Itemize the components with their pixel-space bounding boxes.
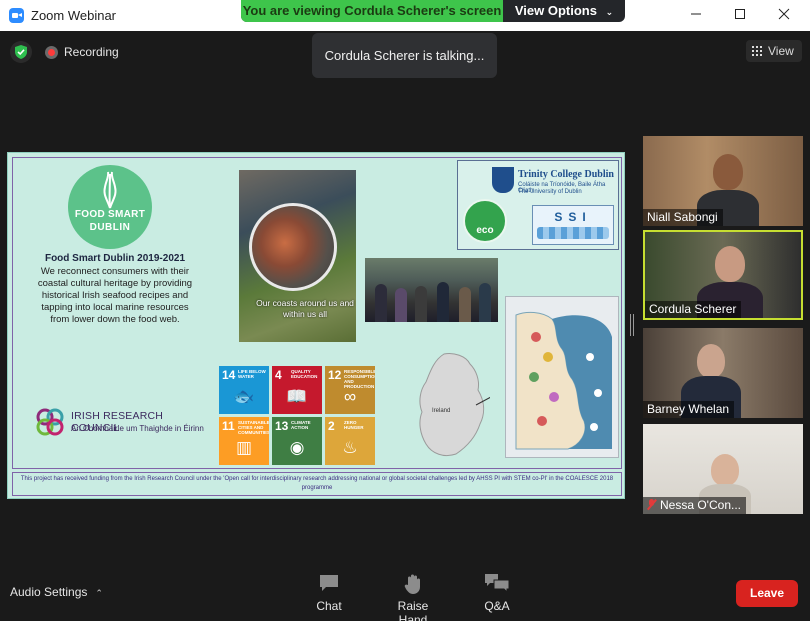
participant-name: Nessa O'Con... [660, 498, 741, 512]
audio-settings-label: Audio Settings [10, 585, 88, 599]
raise-hand-button[interactable]: Raise Hand [382, 573, 444, 621]
sdg-tile: 11 SUSTAINABLE CITIES AND COMMUNITIES ▥ [219, 417, 269, 465]
view-label: View [768, 44, 794, 58]
zoom-logo-icon [9, 8, 24, 23]
chevron-down-icon: ⌄ [605, 7, 614, 17]
sdg-label: CLIMATE ACTION [291, 420, 311, 430]
sdg-label: SUSTAINABLE CITIES AND COMMUNITIES [238, 420, 269, 435]
participant-name: Niall Sabongi [643, 209, 723, 226]
grid-view-icon [752, 46, 762, 56]
viewing-screen-text: You are viewing Cordula Scherer's screen [241, 0, 503, 22]
sdg-label: LIFE BELOW WATER [238, 369, 266, 379]
team-photo [365, 258, 498, 322]
sdg-tile: 13 CLIMATE ACTION ◉ [272, 417, 322, 465]
view-options-label: View Options [514, 3, 597, 18]
participant-tile-active[interactable]: Cordula Scherer [643, 230, 803, 320]
logo-line1: FOOD SMART [74, 209, 146, 220]
close-icon [778, 8, 790, 20]
ireland-label: Ireland [432, 408, 450, 414]
participant-tile[interactable]: Nessa O'Con... [643, 424, 803, 514]
resize-handle[interactable] [630, 314, 634, 336]
participant-name-bar: Nessa O'Con... [643, 497, 746, 514]
sdg-goal-icon: 📖 [286, 387, 308, 406]
food-smart-dublin-logo: FOOD SMART DUBLIN [68, 165, 152, 249]
photo-caption: Our coasts around us and within us all [256, 298, 354, 319]
dublin-coast-map [505, 296, 619, 458]
view-button[interactable]: View [746, 40, 802, 62]
leave-button[interactable]: Leave [736, 580, 798, 607]
raise-hand-label: Raise Hand [397, 599, 429, 621]
tcd-name: Trinity College Dublin [518, 169, 614, 180]
seaweed-icon [103, 171, 117, 209]
funding-notice: This project has received funding from t… [12, 472, 622, 496]
qa-icon [480, 573, 514, 595]
logo-line2: DUBLIN [89, 222, 131, 233]
participant-tile[interactable]: Barney Whelan [643, 328, 803, 418]
seafood-photo [249, 203, 337, 291]
ssi-label: SSI [554, 210, 592, 224]
sdg-tile: 2 ZERO HUNGER ♨ [325, 417, 375, 465]
eco-label: eco [476, 225, 494, 236]
audio-settings-button[interactable]: Audio Settings ⌃ [10, 585, 103, 599]
maximize-button[interactable] [718, 0, 762, 31]
sdg-tile: 4 QUALITY EDUCATION 📖 [272, 366, 322, 414]
view-options-button[interactable]: View Options ⌄ [503, 0, 625, 22]
ssi-logo: SSI [532, 205, 614, 245]
eco-logo: eco [463, 199, 507, 243]
minimize-icon [691, 13, 701, 15]
record-icon [45, 45, 58, 59]
muted-mic-icon [647, 499, 656, 510]
participant-name: Barney Whelan [643, 401, 735, 418]
participant-name: Cordula Scherer [645, 301, 742, 318]
talking-indicator: Cordula Scherer is talking... [312, 33, 497, 78]
sdg-label: ZERO HUNGER [344, 420, 364, 430]
slide-title: Food Smart Dublin 2019-2021 [44, 253, 186, 264]
chat-label: Chat [316, 599, 342, 613]
sdg-number: 14 [222, 368, 236, 382]
qa-button[interactable]: Q&A [480, 573, 514, 617]
sdg-number: 11 [222, 419, 235, 433]
sdg-goal-icon: ♨ [342, 438, 358, 457]
chat-icon [312, 573, 346, 595]
sdg-label: RESPONSIBLE CONSUMPTION AND PRODUCTION [344, 369, 375, 389]
slide-content: FOOD SMART DUBLIN Food Smart Dublin 2019… [12, 157, 622, 469]
participant-tile[interactable]: Niall Sabongi [643, 136, 803, 226]
sdg-number: 4 [275, 368, 282, 382]
sdg-tile: 12 RESPONSIBLE CONSUMPTION AND PRODUCTION… [325, 366, 375, 414]
app-title: Zoom Webinar [31, 8, 117, 23]
partner-logos: Trinity College Dublin Coláiste na Tríon… [457, 160, 619, 250]
sdg-goal-icon: ◉ [289, 438, 305, 457]
sdg-label: QUALITY EDUCATION [291, 369, 318, 379]
raise-hand-icon [382, 573, 444, 595]
ireland-map: Ireland [419, 353, 490, 457]
slide-description: We reconnect consumers with their coasta… [37, 266, 193, 325]
maximize-icon [735, 9, 745, 19]
sdg-number: 12 [328, 368, 342, 382]
sdg-goal-icon: 🐟 [233, 387, 255, 406]
meeting-toolbar: Audio Settings ⌃ Chat Raise Hand Q&A [0, 565, 810, 621]
irc-irish-name: An Chomhairle um Thaighde in Éirinn [71, 424, 204, 433]
minimize-button[interactable] [674, 0, 718, 31]
tcd-crest-icon [492, 167, 514, 193]
sdg-goal-icon: ▥ [235, 438, 253, 457]
close-button[interactable] [762, 0, 806, 31]
screen-share-banner: You are viewing Cordula Scherer's screen… [241, 0, 625, 22]
celtic-knot-icon [36, 408, 64, 436]
sdg-number: 2 [328, 419, 335, 433]
chat-button[interactable]: Chat [312, 573, 346, 617]
irish-research-council-logo: IRISH RESEARCH COUNCIL An Chomhairle um … [35, 405, 205, 441]
sdg-icons: 14 LIFE BELOW WATER 🐟 4 QUALITY EDUCATION 📖 12… [219, 366, 375, 467]
chevron-up-icon: ⌃ [95, 588, 103, 598]
tcd-subtitle: The University of Dublin [518, 189, 582, 195]
recording-label: Recording [64, 45, 119, 59]
shared-screen: FOOD SMART DUBLIN Food Smart Dublin 2019… [7, 152, 625, 499]
sdg-goal-icon: ∞ [343, 387, 357, 406]
security-shield-icon[interactable] [10, 41, 32, 63]
sdg-tile: 14 LIFE BELOW WATER 🐟 [219, 366, 269, 414]
sdg-number: 13 [275, 419, 289, 433]
qa-label: Q&A [484, 599, 510, 613]
recording-indicator[interactable]: Recording [41, 41, 123, 63]
